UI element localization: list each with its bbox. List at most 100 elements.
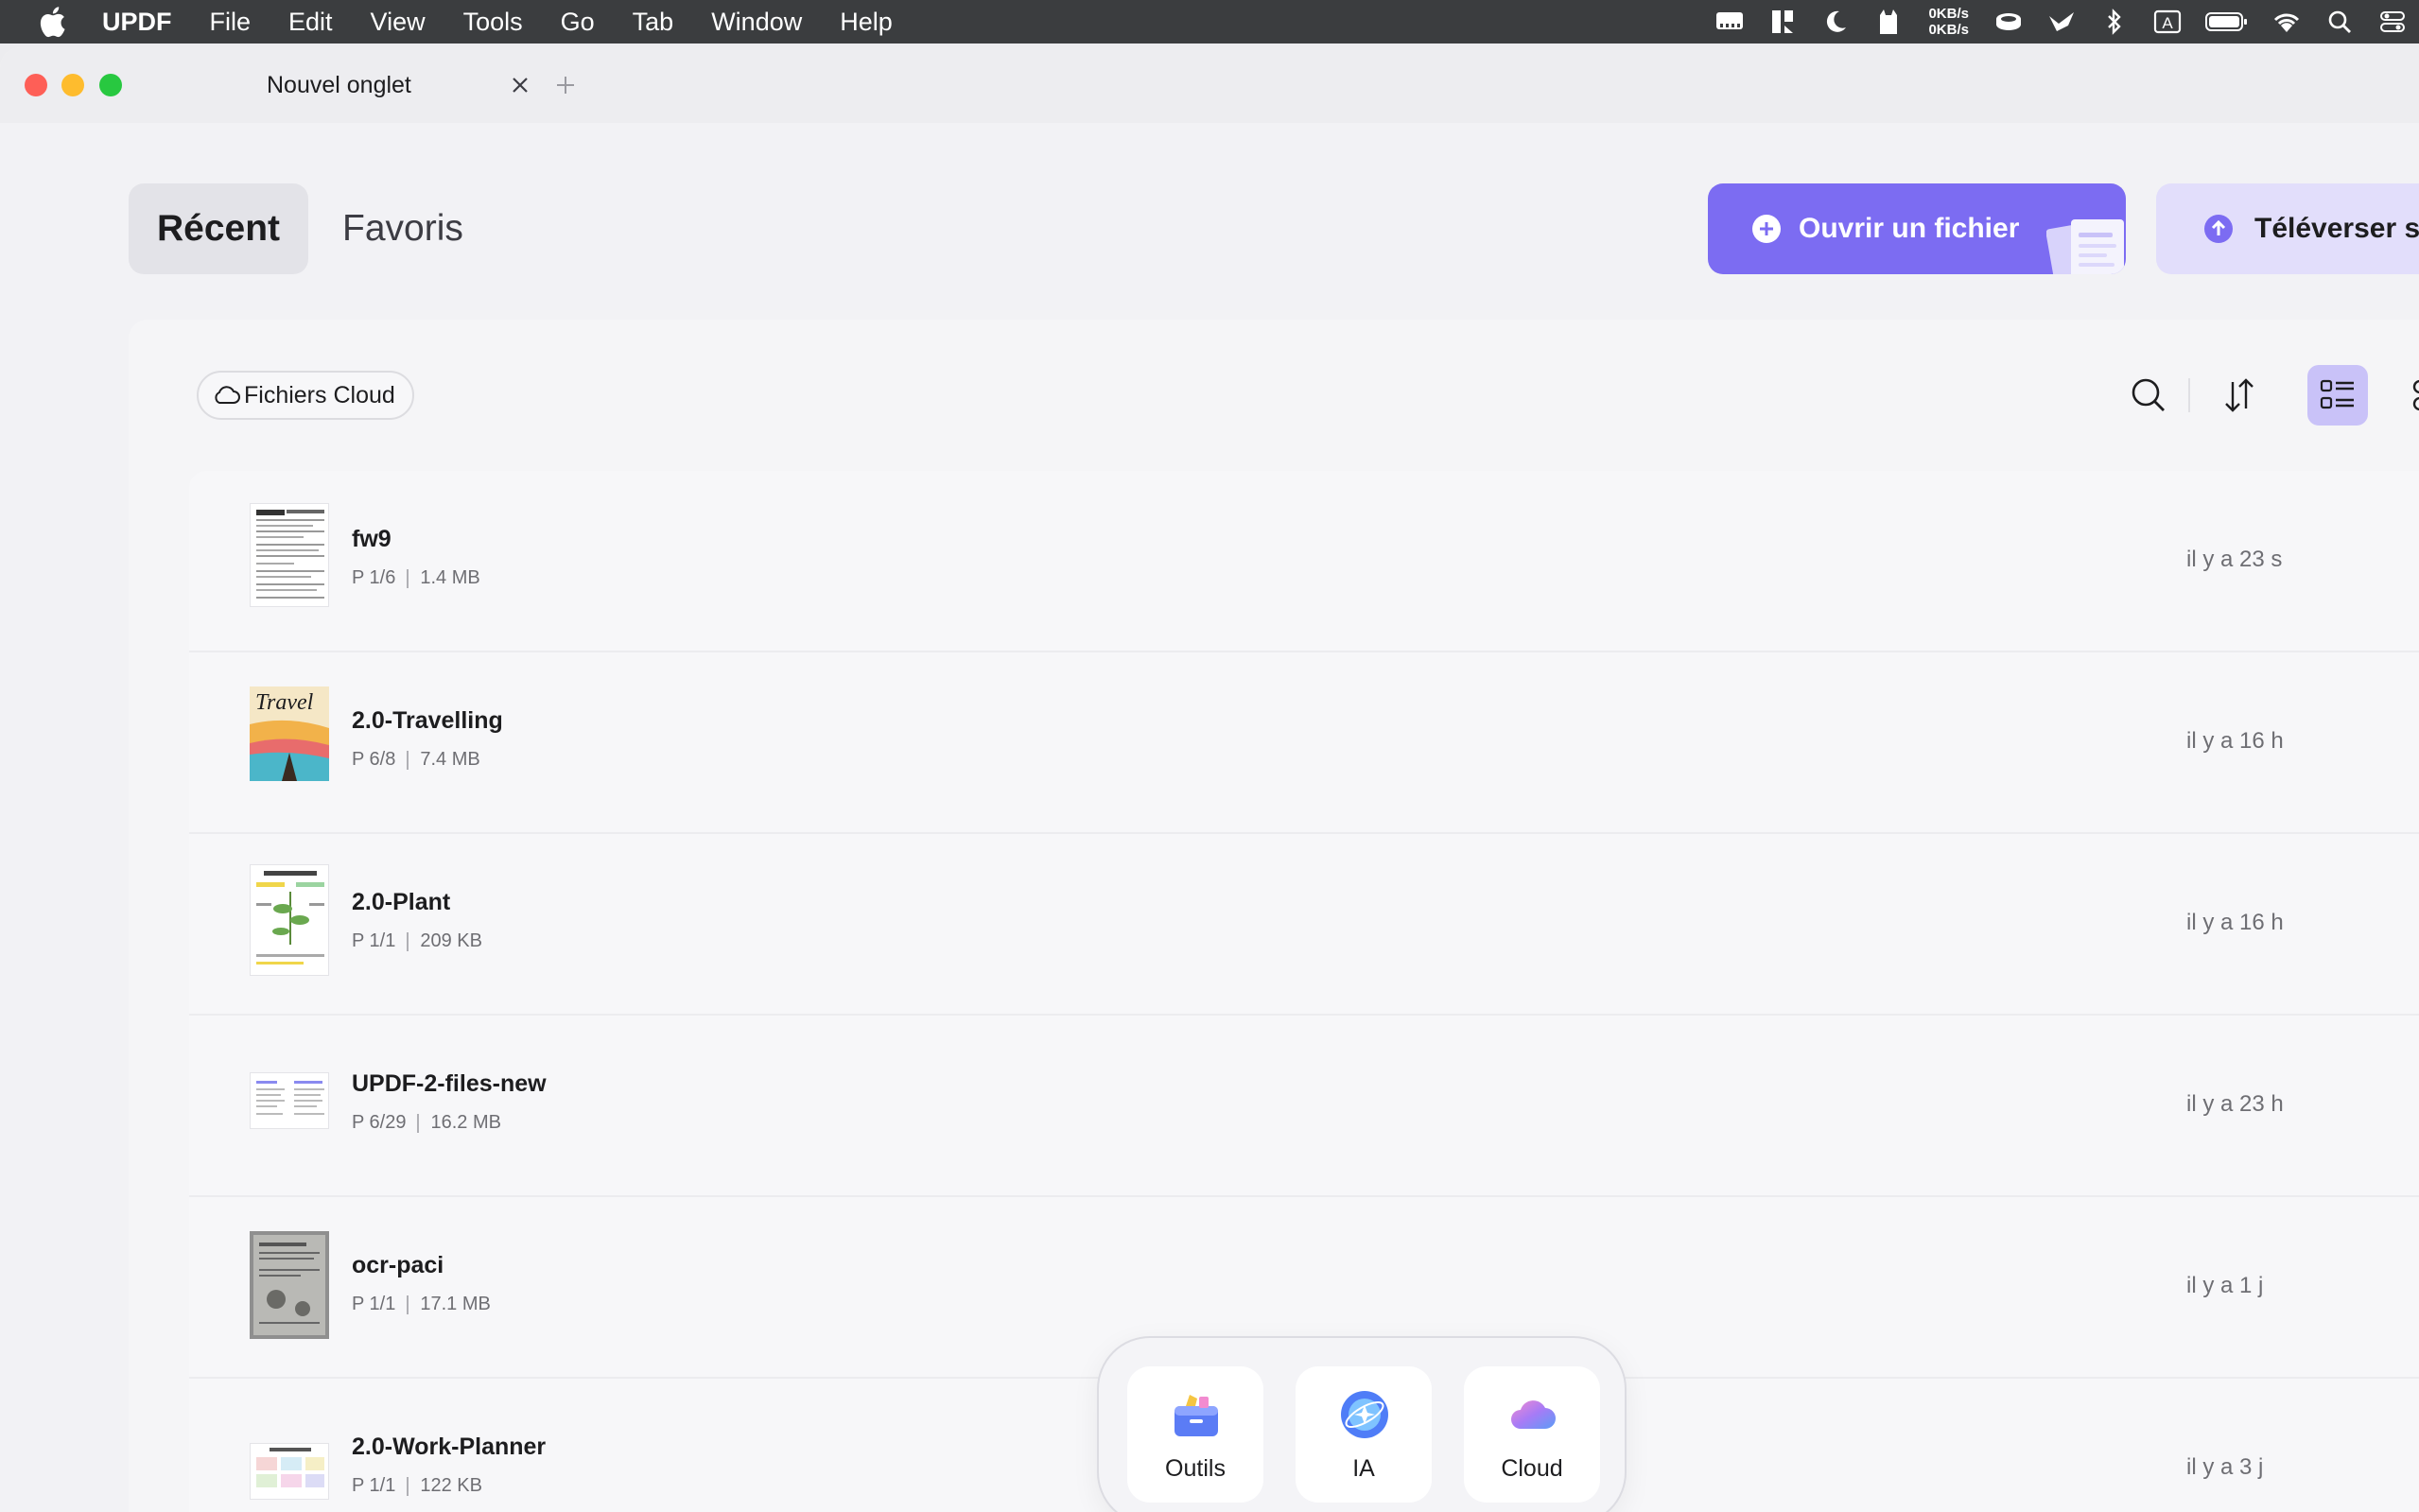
battery-icon[interactable] bbox=[2194, 0, 2260, 43]
input-source-icon[interactable]: A bbox=[2141, 0, 2194, 43]
file-meta: P 1/1 122 KB bbox=[352, 1475, 482, 1497]
dock-ai-label: IA bbox=[1352, 1455, 1375, 1482]
menu-window[interactable]: Window bbox=[711, 8, 802, 37]
file-size: 1.4 MB bbox=[420, 567, 480, 588]
file-row[interactable]: 2.0-Plant P 1/1 209 KB il y a 16 h bbox=[189, 834, 2419, 1016]
plus-circle-icon bbox=[1752, 215, 1781, 243]
dock-icon[interactable] bbox=[1756, 0, 1809, 43]
file-meta: P 6/8 7.4 MB bbox=[352, 749, 480, 771]
file-thumbnail: Travel bbox=[250, 686, 329, 781]
svg-text:A: A bbox=[2162, 14, 2173, 32]
menu-edit[interactable]: Edit bbox=[288, 8, 333, 37]
menu-bar: UPDF File Edit View Tools Go Tab Window … bbox=[0, 0, 2419, 43]
file-row[interactable]: fw9 P 1/6 1.4 MB il y a 23 s bbox=[189, 471, 2419, 652]
file-name: 2.0-Plant bbox=[352, 889, 451, 915]
status-area: 0KB/s 0KB/s A bbox=[1703, 0, 2419, 43]
svg-text:Travel: Travel bbox=[255, 690, 314, 715]
spotlight-icon[interactable] bbox=[2313, 0, 2366, 43]
file-pages: P 6/29 bbox=[352, 1112, 407, 1133]
network-down: 0KB/s bbox=[1928, 22, 1969, 38]
upload-circle-icon bbox=[2204, 215, 2233, 243]
search-icon bbox=[2132, 378, 2165, 411]
file-name: UPDF-2-files-new bbox=[352, 1070, 547, 1097]
menu-view[interactable]: View bbox=[371, 8, 426, 37]
file-thumbnail bbox=[250, 864, 329, 976]
file-time: il y a 16 h bbox=[2186, 910, 2284, 935]
close-window-button[interactable] bbox=[25, 74, 47, 96]
upload-label: Téléverser su bbox=[2254, 213, 2419, 244]
sort-icon bbox=[2225, 378, 2254, 412]
file-row[interactable]: Travel 2.0-Travelling P 6/8 7.4 MB il y a… bbox=[189, 652, 2419, 834]
documents-illustration-icon bbox=[2046, 219, 2124, 274]
upload-button[interactable]: Téléverser su bbox=[2156, 183, 2419, 274]
file-name: fw9 bbox=[352, 526, 392, 552]
ai-assistant-icon bbox=[1341, 1391, 1388, 1438]
disk-icon[interactable] bbox=[1982, 0, 2035, 43]
menu-tab[interactable]: Tab bbox=[633, 8, 674, 37]
dock-tools-button[interactable]: Outils bbox=[1127, 1366, 1263, 1503]
tab-recent[interactable]: Récent bbox=[129, 183, 308, 274]
close-icon[interactable] bbox=[509, 74, 531, 96]
tab-favorites[interactable]: Favoris bbox=[342, 183, 463, 274]
cloud-icon bbox=[1511, 1400, 1556, 1429]
dock-tools-label: Outils bbox=[1165, 1455, 1226, 1482]
file-time: il y a 16 h bbox=[2186, 728, 2284, 754]
file-size: 17.1 MB bbox=[420, 1294, 491, 1314]
app-window: Nouvel onglet Récent Favoris Ouvrir un f… bbox=[0, 47, 2419, 1512]
file-name: ocr-paci bbox=[352, 1252, 444, 1278]
sort-button[interactable] bbox=[2209, 365, 2270, 426]
open-file-label: Ouvrir un fichier bbox=[1799, 213, 2020, 244]
network-speed[interactable]: 0KB/s 0KB/s bbox=[1928, 6, 1969, 38]
dock-cloud-button[interactable]: Cloud bbox=[1464, 1366, 1600, 1503]
cloud-files-filter[interactable]: Fichiers Cloud bbox=[197, 371, 414, 420]
toolbar-divider bbox=[2188, 378, 2190, 412]
cloud-icon bbox=[215, 386, 240, 404]
display-icon[interactable] bbox=[1703, 0, 1756, 43]
file-time: il y a 23 h bbox=[2186, 1091, 2284, 1117]
wifi-icon[interactable] bbox=[2260, 0, 2313, 43]
file-size: 209 KB bbox=[420, 930, 482, 951]
title-bar: Nouvel onglet bbox=[0, 47, 2419, 123]
bottom-dock: Outils IA Cloud bbox=[1097, 1336, 1627, 1512]
apple-icon[interactable] bbox=[38, 6, 66, 38]
list-view-icon bbox=[2320, 379, 2354, 409]
menu-file[interactable]: File bbox=[210, 8, 252, 37]
file-pages: P 1/1 bbox=[352, 1475, 396, 1496]
list-view-button[interactable] bbox=[2307, 365, 2368, 426]
tab-label: Nouvel onglet bbox=[267, 71, 411, 98]
file-thumbnail bbox=[250, 1443, 329, 1500]
file-pages: P 1/1 bbox=[352, 1294, 396, 1314]
menu-help[interactable]: Help bbox=[840, 8, 893, 37]
dock-ai-button[interactable]: IA bbox=[1296, 1366, 1432, 1503]
control-center-icon[interactable] bbox=[2366, 0, 2419, 43]
file-meta: P 1/1 209 KB bbox=[352, 930, 482, 952]
file-thumbnail bbox=[250, 1231, 329, 1339]
file-row[interactable]: UPDF-2-files-new P 6/29 16.2 MB il y a 23… bbox=[189, 1016, 2419, 1197]
minimize-window-button[interactable] bbox=[61, 74, 84, 96]
toolbox-icon bbox=[1175, 1395, 1218, 1436]
file-size: 122 KB bbox=[420, 1475, 482, 1496]
grid-view-button[interactable] bbox=[2398, 365, 2419, 426]
file-thumbnail bbox=[250, 1072, 329, 1129]
cat-icon[interactable] bbox=[1862, 0, 1915, 43]
new-tab-icon[interactable] bbox=[554, 74, 577, 96]
tab-new[interactable]: Nouvel onglet bbox=[153, 57, 531, 113]
network-up: 0KB/s bbox=[1928, 6, 1969, 22]
file-meta: P 1/6 1.4 MB bbox=[352, 567, 480, 589]
home-content: Récent Favoris Ouvrir un fichier Téléver… bbox=[0, 123, 2419, 1512]
bird-icon[interactable] bbox=[2035, 0, 2088, 43]
grid-view-icon bbox=[2412, 379, 2419, 411]
open-file-button[interactable]: Ouvrir un fichier bbox=[1708, 183, 2126, 274]
zoom-window-button[interactable] bbox=[99, 74, 122, 96]
menu-app-name[interactable]: UPDF bbox=[102, 8, 172, 37]
menu-tools[interactable]: Tools bbox=[463, 8, 523, 37]
search-button[interactable] bbox=[2118, 365, 2179, 426]
moon-icon[interactable] bbox=[1809, 0, 1862, 43]
bluetooth-icon[interactable] bbox=[2088, 0, 2141, 43]
file-pages: P 6/8 bbox=[352, 749, 396, 770]
file-meta: P 1/1 17.1 MB bbox=[352, 1294, 491, 1315]
file-thumbnail bbox=[250, 503, 329, 607]
file-time: il y a 1 j bbox=[2186, 1273, 2264, 1298]
files-panel: Fichiers Cloud fw9 P 1/6 1.4 MB il y a 2… bbox=[129, 320, 2419, 1512]
menu-go[interactable]: Go bbox=[561, 8, 595, 37]
